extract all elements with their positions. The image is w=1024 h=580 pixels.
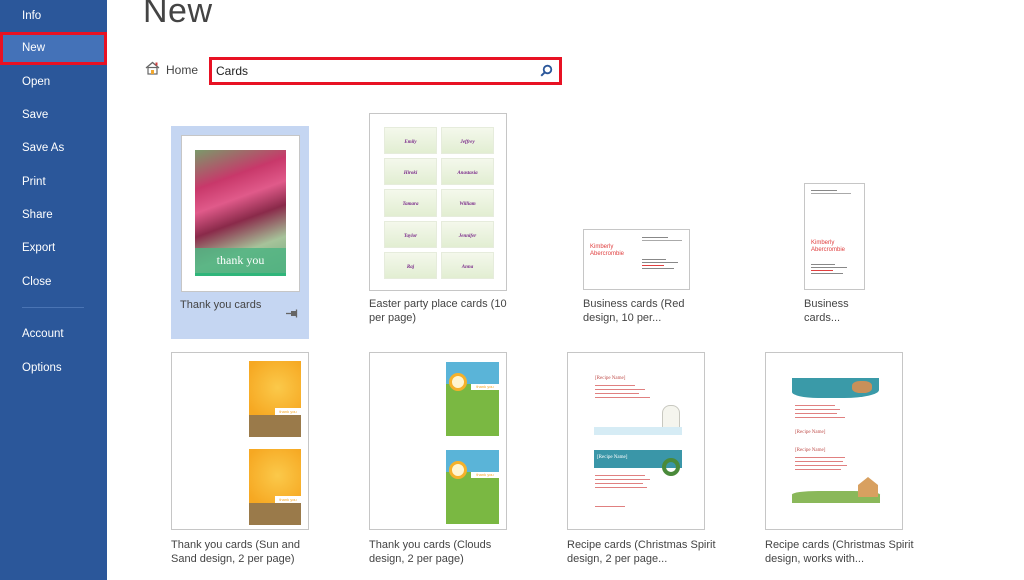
thank-you-tag: thank you xyxy=(275,408,301,415)
place-card-name: Tamara xyxy=(402,202,419,208)
sun-card-top: thank you xyxy=(249,361,301,437)
backstage-sidebar: Info New Open Save Save As Print Share E… xyxy=(0,0,107,580)
place-card-name: Taylor xyxy=(403,233,418,239)
sun-icon xyxy=(449,373,467,391)
template-thumbnail: Emily Jeffrey Hiroki Anastasia Tamara William… xyxy=(369,113,507,291)
template-thumbnail: thank you thank you xyxy=(369,352,507,530)
nav-print[interactable]: Print xyxy=(0,166,107,199)
nav-close[interactable]: Close xyxy=(0,266,107,299)
nav-new[interactable]: New xyxy=(0,32,107,65)
wreath-icon xyxy=(662,458,680,476)
home-icon xyxy=(145,61,160,78)
template-thumbnail: Kimberly Abercrombie xyxy=(804,183,865,290)
template-tile-business-cards-vertical[interactable]: Kimberly Abercrombie Business cards... xyxy=(804,183,904,328)
recipe-name: [Recipe Name] xyxy=(595,376,626,381)
nav-export[interactable]: Export xyxy=(0,232,107,265)
banner-stripe xyxy=(195,273,286,276)
template-tile-thank-you-clouds[interactable]: thank you thank you Thank you cards (Clo… xyxy=(369,352,507,572)
nav-options[interactable]: Options xyxy=(0,352,107,385)
template-label: Thank you cards (Clouds design, 2 per pa… xyxy=(369,539,492,565)
recipe-footer-band xyxy=(594,427,682,435)
template-thumbnail: thank you thank you xyxy=(171,352,309,530)
place-card: Taylor xyxy=(384,220,437,248)
template-thumbnail: [Recipe Name] [Recipe Name] xyxy=(567,352,705,530)
search-input[interactable] xyxy=(216,61,526,81)
home-breadcrumb[interactable]: Home xyxy=(145,61,198,78)
gingerbread-house-icon xyxy=(858,477,878,497)
clouds-card-bottom: thank you xyxy=(446,450,499,524)
recipe-footer-line xyxy=(595,506,625,507)
place-card-name: Jennifer xyxy=(458,233,477,239)
place-card: Jennifer xyxy=(441,220,494,248)
place-card: Raj xyxy=(384,251,437,279)
card-name: Kimberly Abercrombie xyxy=(590,244,625,257)
page-title: New xyxy=(143,0,213,30)
place-card: Hiroki xyxy=(384,158,437,186)
recipe-name: [Recipe Name] xyxy=(597,455,628,460)
template-label: Thank you cards xyxy=(180,299,262,311)
template-label: Recipe cards (Christmas Spirit design, w… xyxy=(765,539,914,565)
template-label: Business cards (Red design, 10 per... xyxy=(583,298,685,324)
nav-save[interactable]: Save xyxy=(0,99,107,132)
nav-divider xyxy=(22,307,84,308)
template-tile-recipe-cards-works-with[interactable]: [Recipe Name] [Recipe Name] Recipe cards… xyxy=(765,352,914,572)
thank-you-tag: thank you xyxy=(471,472,499,478)
place-card: Jeffrey xyxy=(441,127,494,155)
place-card: Anastasia xyxy=(441,158,494,186)
thank-you-banner: thank you xyxy=(195,248,286,273)
sand-strip xyxy=(249,415,301,437)
clouds-card-top: thank you xyxy=(446,362,499,436)
nav-save-as[interactable]: Save As xyxy=(0,132,107,165)
nav-info[interactable]: Info xyxy=(0,0,107,33)
place-card-name: Anna xyxy=(461,264,474,270)
sun-icon xyxy=(449,461,467,479)
recipe-lines xyxy=(795,405,855,418)
template-label: Business cards... xyxy=(804,298,849,324)
recipe-lines xyxy=(595,385,655,398)
reindeer-icon xyxy=(852,381,872,393)
card-name: Kimberly Abercrombie xyxy=(811,240,846,253)
place-card-name: William xyxy=(459,202,476,208)
place-card-name: Jeffrey xyxy=(460,140,475,145)
template-tile-business-cards-red[interactable]: Kimberly Abercrombie Business cards (Red… xyxy=(583,229,723,329)
nav-share[interactable]: Share xyxy=(0,199,107,232)
place-card: William xyxy=(441,189,494,217)
nav-account[interactable]: Account xyxy=(0,318,107,351)
thank-you-tag: thank you xyxy=(471,384,499,390)
card-lines-top xyxy=(811,190,859,194)
recipe-name: [Recipe Name] xyxy=(795,430,826,435)
template-thumbnail: [Recipe Name] [Recipe Name] xyxy=(765,352,903,530)
sun-card-bottom: thank you xyxy=(249,449,301,525)
search-icon[interactable] xyxy=(540,64,553,82)
place-card-grid: Emily Jeffrey Hiroki Anastasia Tamara William… xyxy=(384,127,494,279)
place-card: Tamara xyxy=(384,189,437,217)
template-thumbnail: thank you xyxy=(181,135,300,292)
template-search-box[interactable] xyxy=(209,57,562,85)
place-card-name: Raj xyxy=(406,264,415,270)
place-card: Anna xyxy=(441,251,494,279)
nav-open[interactable]: Open xyxy=(0,66,107,99)
template-label: Thank you cards (Sun and Sand design, 2 … xyxy=(171,539,301,565)
template-tile-easter-place-cards[interactable]: Emily Jeffrey Hiroki Anastasia Tamara William… xyxy=(369,113,507,333)
place-card-name: Anastasia xyxy=(457,171,478,177)
place-card-name: Hiroki xyxy=(403,171,418,177)
template-tile-thank-you-cards[interactable]: thank you Thank you cards xyxy=(171,126,309,339)
template-tile-thank-you-sun-sand[interactable]: thank you thank you Thank you cards (Sun… xyxy=(171,352,309,572)
recipe-lines xyxy=(595,475,655,488)
template-label: Recipe cards (Christmas Spirit design, 2… xyxy=(567,539,716,565)
place-card-name: Emily xyxy=(404,140,417,145)
card-lines xyxy=(642,237,684,269)
thank-you-tag: thank you xyxy=(275,496,301,503)
recipe-lines xyxy=(795,457,855,470)
template-tile-recipe-cards-2-per-page[interactable]: [Recipe Name] [Recipe Name] Recipe cards… xyxy=(567,352,716,572)
pin-icon[interactable] xyxy=(286,305,298,323)
recipe-name: [Recipe Name] xyxy=(795,448,826,453)
sand-strip xyxy=(249,503,301,525)
card-lines-bottom xyxy=(811,264,859,274)
template-thumbnail: Kimberly Abercrombie xyxy=(583,229,690,290)
place-card: Emily xyxy=(384,127,437,155)
template-label: Easter party place cards (10 per page) xyxy=(369,298,507,324)
home-label: Home xyxy=(166,62,199,77)
